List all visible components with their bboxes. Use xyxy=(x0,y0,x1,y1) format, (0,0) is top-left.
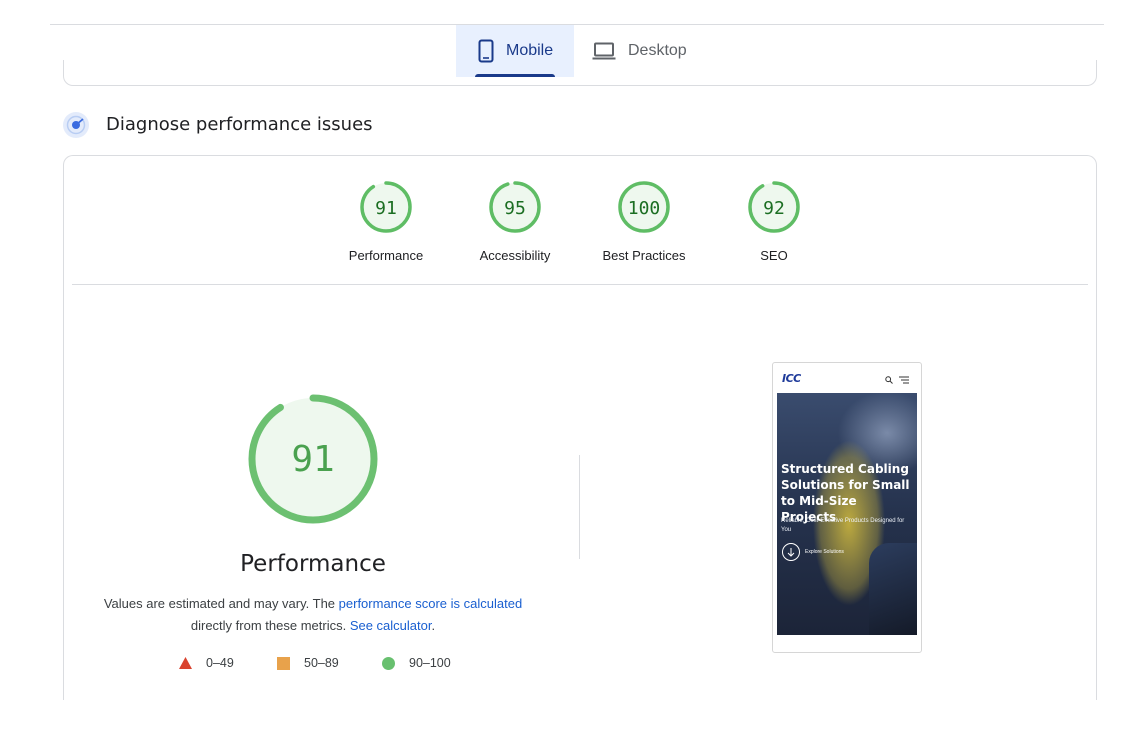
triangle-icon xyxy=(179,657,192,669)
lighthouse-icon xyxy=(63,112,89,138)
explore-label: Explore Solutions xyxy=(805,549,844,555)
score-label: Accessibility xyxy=(479,248,551,263)
tab-desktop-label: Desktop xyxy=(628,42,687,59)
score-gauge-seo[interactable]: 92 SEO xyxy=(709,180,839,263)
desc-suffix: . xyxy=(431,618,436,633)
laptop-icon xyxy=(592,42,616,60)
gauge-ring: 100 xyxy=(618,181,670,233)
see-calculator-link[interactable]: See calculator xyxy=(350,618,432,633)
gauges-divider xyxy=(72,284,1088,285)
score-value: 91 xyxy=(375,198,397,219)
desc-prefix: Values are estimated and may vary. The xyxy=(103,596,339,611)
legend-average: 50–89 xyxy=(277,656,339,670)
score-calculated-link[interactable]: performance score is calculated xyxy=(339,596,523,611)
vertical-divider xyxy=(579,455,580,559)
score-value: 92 xyxy=(763,198,785,219)
menu-icon xyxy=(899,376,909,384)
section-title: Diagnose performance issues xyxy=(106,114,373,135)
square-icon xyxy=(277,656,290,670)
score-label: SEO xyxy=(760,248,788,263)
legend-fail: 0–49 xyxy=(179,656,234,670)
hero-image: Structured Cabling Solutions for Small t… xyxy=(777,393,917,635)
performance-description: Values are estimated and may vary. The p… xyxy=(73,593,553,637)
score-label: Performance xyxy=(348,248,424,263)
hero-shape xyxy=(869,543,917,635)
bottom-cutoff xyxy=(0,700,1140,730)
page-screenshot-thumbnail[interactable]: ICC Structured Cabling Solutions for Sma… xyxy=(772,362,922,653)
previous-card-edge xyxy=(63,60,1097,86)
score-value: 100 xyxy=(628,198,661,219)
score-gauge-performance[interactable]: 91 Performance xyxy=(321,180,451,263)
gauge-ring: 95 xyxy=(489,181,541,233)
arrow-down-icon xyxy=(787,547,795,557)
gauge-ring: 91 xyxy=(360,181,412,233)
score-gauge-best-practices[interactable]: 100 Best Practices xyxy=(579,180,709,263)
circle-icon xyxy=(382,656,395,670)
search-icon xyxy=(885,376,893,384)
legend-pass: 90–100 xyxy=(382,656,451,670)
gauge-ring: 92 xyxy=(748,181,800,233)
thumbnail-header: ICC xyxy=(773,363,921,394)
desc-middle: directly from these metrics. xyxy=(190,618,350,633)
legend-label: 0–49 xyxy=(206,656,234,670)
legend-label: 90–100 xyxy=(409,656,451,670)
performance-score-value: 91 xyxy=(291,439,334,480)
score-label: Best Practices xyxy=(602,248,686,263)
score-gauge-accessibility[interactable]: 95 Accessibility xyxy=(450,180,580,263)
performance-big-gauge: 91 xyxy=(248,394,378,524)
hero-title: Structured Cabling Solutions for Small t… xyxy=(781,462,910,524)
site-logo: ICC xyxy=(782,372,801,385)
performance-title: Performance xyxy=(240,551,386,577)
score-value: 95 xyxy=(504,198,526,219)
legend-label: 50–89 xyxy=(304,656,339,670)
explore-button: Explore Solutions xyxy=(782,543,844,561)
hero-subtitle: Reliable, Cost-Effective Products Design… xyxy=(781,518,905,533)
tab-mobile-label: Mobile xyxy=(506,42,554,59)
